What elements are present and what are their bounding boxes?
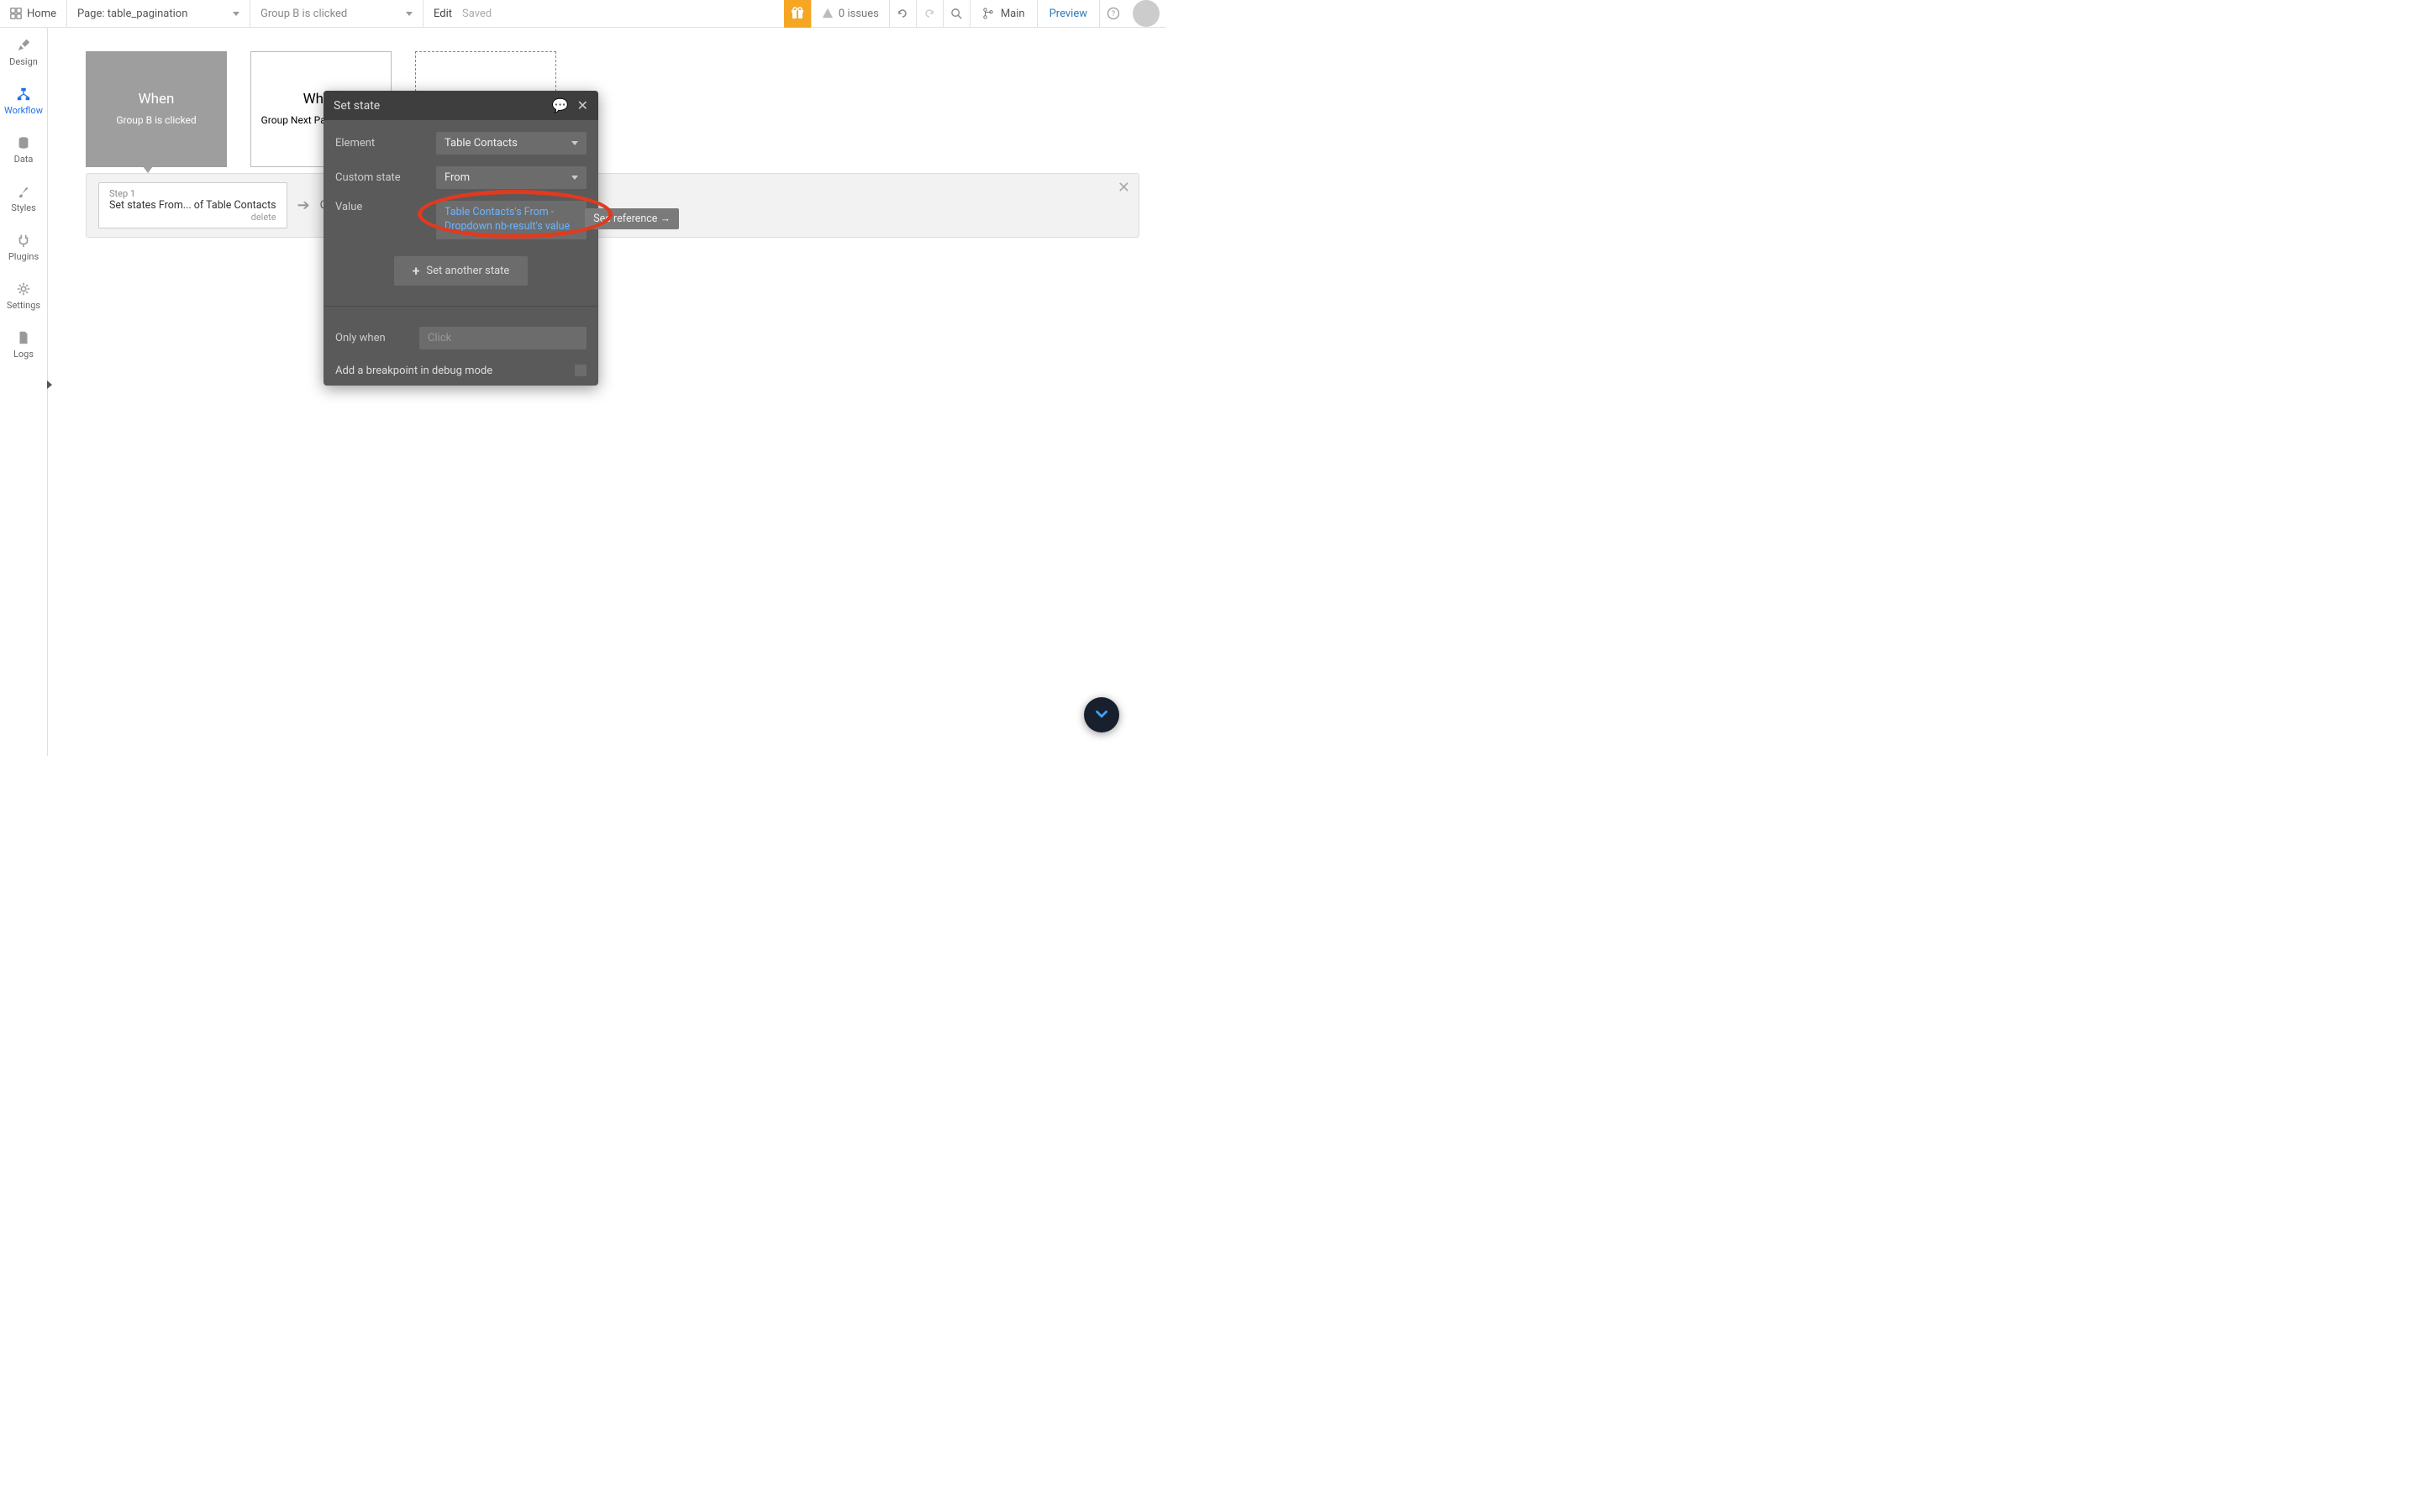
file-icon	[16, 330, 31, 345]
help-icon: ?	[1107, 7, 1120, 20]
preview-button[interactable]: Preview	[1037, 0, 1099, 27]
panel-title: Set state	[334, 99, 380, 113]
brush-icon	[16, 184, 31, 199]
redo-icon	[923, 7, 936, 20]
set-another-label: Set another state	[426, 265, 509, 277]
breakpoint-checkbox[interactable]	[575, 365, 587, 376]
value-expression[interactable]: Table Contacts's From - Dropdown nb-resu…	[436, 201, 587, 239]
breakpoint-label: Add a breakpoint in debug mode	[335, 365, 492, 377]
sidebar-collapse-toggle[interactable]	[47, 381, 52, 389]
sidebar-item-data[interactable]: Data	[0, 125, 47, 174]
database-icon	[16, 135, 31, 150]
issues-label: 0 issues	[839, 8, 879, 20]
warning-icon	[822, 8, 834, 19]
preview-label: Preview	[1050, 8, 1087, 20]
event-dropdown[interactable]: Group B is clicked	[250, 0, 424, 27]
sidebar-item-label: Styles	[11, 202, 36, 213]
element-value: Table Contacts	[445, 137, 518, 150]
gift-button[interactable]	[784, 0, 811, 28]
only-when-label: Only when	[335, 332, 411, 344]
left-sidebar: Design Workflow Data Styles Plugins Sett…	[0, 28, 48, 756]
gift-icon	[791, 7, 804, 20]
chat-icon	[1092, 706, 1111, 724]
panel-header[interactable]: Set state 💬 ✕	[324, 91, 598, 120]
event-desc: Group B is clicked	[116, 114, 196, 128]
search-button[interactable]	[943, 0, 970, 28]
step-delete[interactable]: delete	[109, 212, 276, 223]
event-when-label: When	[139, 91, 175, 108]
events-row: When Group B is clicked When Group Next …	[59, 28, 1166, 167]
step-card-1[interactable]: Step 1 Set states From... of Table Conta…	[98, 182, 287, 228]
top-bar: Home Page: table_pagination Group B is c…	[0, 0, 1166, 28]
only-when-input[interactable]: Click	[419, 327, 587, 349]
home-button[interactable]: Home	[0, 0, 67, 27]
steps-close-button[interactable]: ✕	[1118, 179, 1130, 197]
step-number: Step 1	[109, 188, 276, 199]
svg-text:?: ?	[1111, 10, 1114, 18]
page-dropdown[interactable]: Page: table_pagination	[67, 0, 250, 27]
undo-icon	[896, 7, 909, 20]
sidebar-item-label: Workflow	[4, 105, 43, 116]
sidebar-item-label: Data	[14, 154, 34, 165]
step-text: Set states From... of Table Contacts	[109, 199, 276, 212]
sidebar-item-label: Design	[9, 56, 38, 67]
grid-icon	[10, 8, 22, 19]
undo-button[interactable]	[889, 0, 916, 28]
event-arrow-icon	[143, 166, 153, 173]
sidebar-item-styles[interactable]: Styles	[0, 174, 47, 223]
home-label: Home	[27, 8, 56, 20]
caret-down-icon	[233, 12, 239, 16]
saved-label: Saved	[462, 8, 492, 20]
property-panel: Set state 💬 ✕ Element Table Contacts Cus…	[324, 91, 598, 386]
only-when-placeholder: Click	[428, 332, 451, 344]
user-avatar[interactable]	[1133, 0, 1160, 27]
sidebar-item-workflow[interactable]: Workflow	[0, 76, 47, 125]
arrow-right-icon: ➔	[297, 197, 310, 214]
page-dropdown-label: Page: table_pagination	[77, 8, 187, 20]
close-icon[interactable]: ✕	[577, 97, 588, 113]
search-icon	[950, 8, 963, 20]
workflow-icon	[16, 87, 31, 102]
branch-icon	[982, 8, 994, 19]
help-chat-button[interactable]	[1084, 697, 1119, 732]
sidebar-item-label: Logs	[13, 349, 34, 360]
custom-state-select[interactable]: From	[436, 166, 587, 189]
caret-down-icon	[406, 12, 413, 16]
caret-down-icon	[571, 176, 578, 180]
event-dropdown-label: Group B is clicked	[260, 8, 347, 20]
help-button[interactable]: ?	[1099, 0, 1126, 28]
workflow-canvas: When Group B is clicked When Group Next …	[59, 28, 1166, 756]
edit-label: Edit	[424, 8, 462, 20]
issues-button[interactable]: 0 issues	[811, 0, 889, 27]
plug-icon	[16, 233, 31, 248]
custom-state-value: From	[445, 171, 470, 184]
set-another-state-button[interactable]: + Set another state	[394, 256, 529, 286]
sidebar-item-label: Plugins	[8, 251, 39, 262]
element-label: Element	[335, 137, 428, 150]
caret-down-icon	[571, 141, 578, 145]
branch-label: Main	[1001, 8, 1025, 20]
comment-icon[interactable]: 💬	[552, 97, 569, 113]
event-card-group-b[interactable]: When Group B is clicked	[86, 51, 227, 167]
sidebar-item-settings[interactable]: Settings	[0, 271, 47, 320]
sidebar-item-design[interactable]: Design	[0, 28, 47, 76]
plus-icon: +	[413, 263, 420, 279]
sidebar-item-label: Settings	[7, 300, 40, 311]
element-select[interactable]: Table Contacts	[436, 132, 587, 155]
redo-button[interactable]	[916, 0, 943, 28]
branch-button[interactable]: Main	[970, 0, 1037, 27]
design-icon	[16, 38, 31, 53]
see-reference-button[interactable]: See reference →	[585, 208, 679, 229]
value-label: Value	[335, 201, 428, 213]
custom-state-label: Custom state	[335, 171, 428, 184]
sidebar-item-plugins[interactable]: Plugins	[0, 223, 47, 271]
gear-icon	[16, 281, 31, 297]
sidebar-item-logs[interactable]: Logs	[0, 320, 47, 369]
